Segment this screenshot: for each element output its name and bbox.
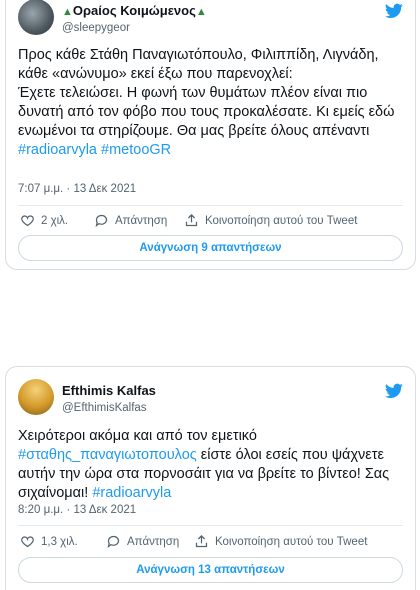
tweet-header: Efthimis Kalfas @EfthimisKalfas <box>6 379 415 419</box>
share-button[interactable]: Κοινοποίηση αυτού του Tweet <box>194 534 367 549</box>
tweet-header: ▲Ορaίος Κοιμώμενος▲ @sleepygeor <box>6 0 415 39</box>
reply-label: Απάντηση <box>127 535 180 548</box>
tweet-paragraph: Έχετε τελειώσει. Η φωνή των θυμάτων πλέο… <box>18 85 395 139</box>
like-button[interactable]: 2 χιλ. <box>20 213 68 228</box>
tweet-text: Χειρότεροι ακόμα και από τον εμετικό #στ… <box>18 427 405 503</box>
hashtag-link[interactable]: #σταθης_παναγιωτοπουλος <box>18 447 197 463</box>
twitter-bird-icon[interactable] <box>385 3 403 19</box>
tweet-paragraph: Χειρότεροι ακόμα και από τον εμετικό #στ… <box>18 427 405 503</box>
share-button[interactable]: Κοινοποίηση αυτού του Tweet <box>184 213 357 228</box>
like-count: 1,3 χιλ. <box>41 535 78 548</box>
tweet-card: ▲Ορaίος Κοιμώμενος▲ @sleepygeor Προς κάθ… <box>5 0 416 270</box>
tree-emoji-icon: ▲ <box>62 6 73 18</box>
hashtag-link[interactable]: #radioarvyla <box>92 485 171 501</box>
tweet-card: Efthimis Kalfas @EfthimisKalfas Χειρότερ… <box>5 366 416 590</box>
reply-icon <box>107 535 120 548</box>
tweet-timestamp[interactable]: 8:20 μ.μ. · 13 Δεκ 2021 <box>18 504 136 516</box>
tweet-actions: 2 χιλ. Απάντηση Κοινοποίηση αυτού του Tw… <box>18 213 403 231</box>
reply-label: Απάντηση <box>115 214 168 227</box>
like-count: 2 χιλ. <box>41 214 69 227</box>
share-label: Κοινοποίηση αυτού του Tweet <box>215 535 368 548</box>
tweet-paragraph: Προς κάθε Στάθη Παναγιωτόπουλο, Φιλιππίδ… <box>18 47 379 82</box>
share-icon <box>195 534 208 548</box>
display-name[interactable]: ▲Ορaίος Κοιμώμενος▲ <box>62 3 207 18</box>
avatar[interactable] <box>18 0 54 35</box>
tweet-text-segment: Χειρότεροι ακόμα και από τον εμετικό <box>18 428 257 444</box>
share-icon <box>185 213 198 227</box>
share-label: Κοινοποίηση αυτού του Tweet <box>205 214 358 227</box>
tweet-text: Προς κάθε Στάθη Παναγιωτόπουλο, Φιλιππίδ… <box>18 46 405 160</box>
heart-icon <box>21 215 34 227</box>
divider <box>18 205 403 206</box>
reply-icon <box>95 214 108 227</box>
read-replies-button[interactable]: Ανάγνωση 9 απαντήσεων <box>18 235 403 261</box>
heart-icon <box>21 536 34 548</box>
twitter-bird-icon[interactable] <box>385 383 403 399</box>
reply-button[interactable]: Απάντηση <box>94 213 167 228</box>
tweet-timestamp[interactable]: 7:07 μ.μ. · 13 Δεκ 2021 <box>18 183 136 195</box>
avatar[interactable] <box>18 379 54 415</box>
user-handle[interactable]: @EfthimisKalfas <box>62 402 147 414</box>
display-name[interactable]: Efthimis Kalfas <box>62 383 156 398</box>
user-handle[interactable]: @sleepygeor <box>62 22 130 34</box>
reply-button[interactable]: Απάντηση <box>106 534 179 549</box>
divider <box>18 525 403 526</box>
hashtag-links[interactable]: #radioarvyla #metooGR <box>18 141 405 160</box>
like-button[interactable]: 1,3 χιλ. <box>20 534 78 549</box>
tree-emoji-icon: ▲ <box>195 6 207 18</box>
tweet-actions: 1,3 χιλ. Απάντηση Κοινοποίηση αυτού του … <box>18 534 403 552</box>
read-replies-button[interactable]: Ανάγνωση 13 απαντήσεων <box>18 557 403 583</box>
